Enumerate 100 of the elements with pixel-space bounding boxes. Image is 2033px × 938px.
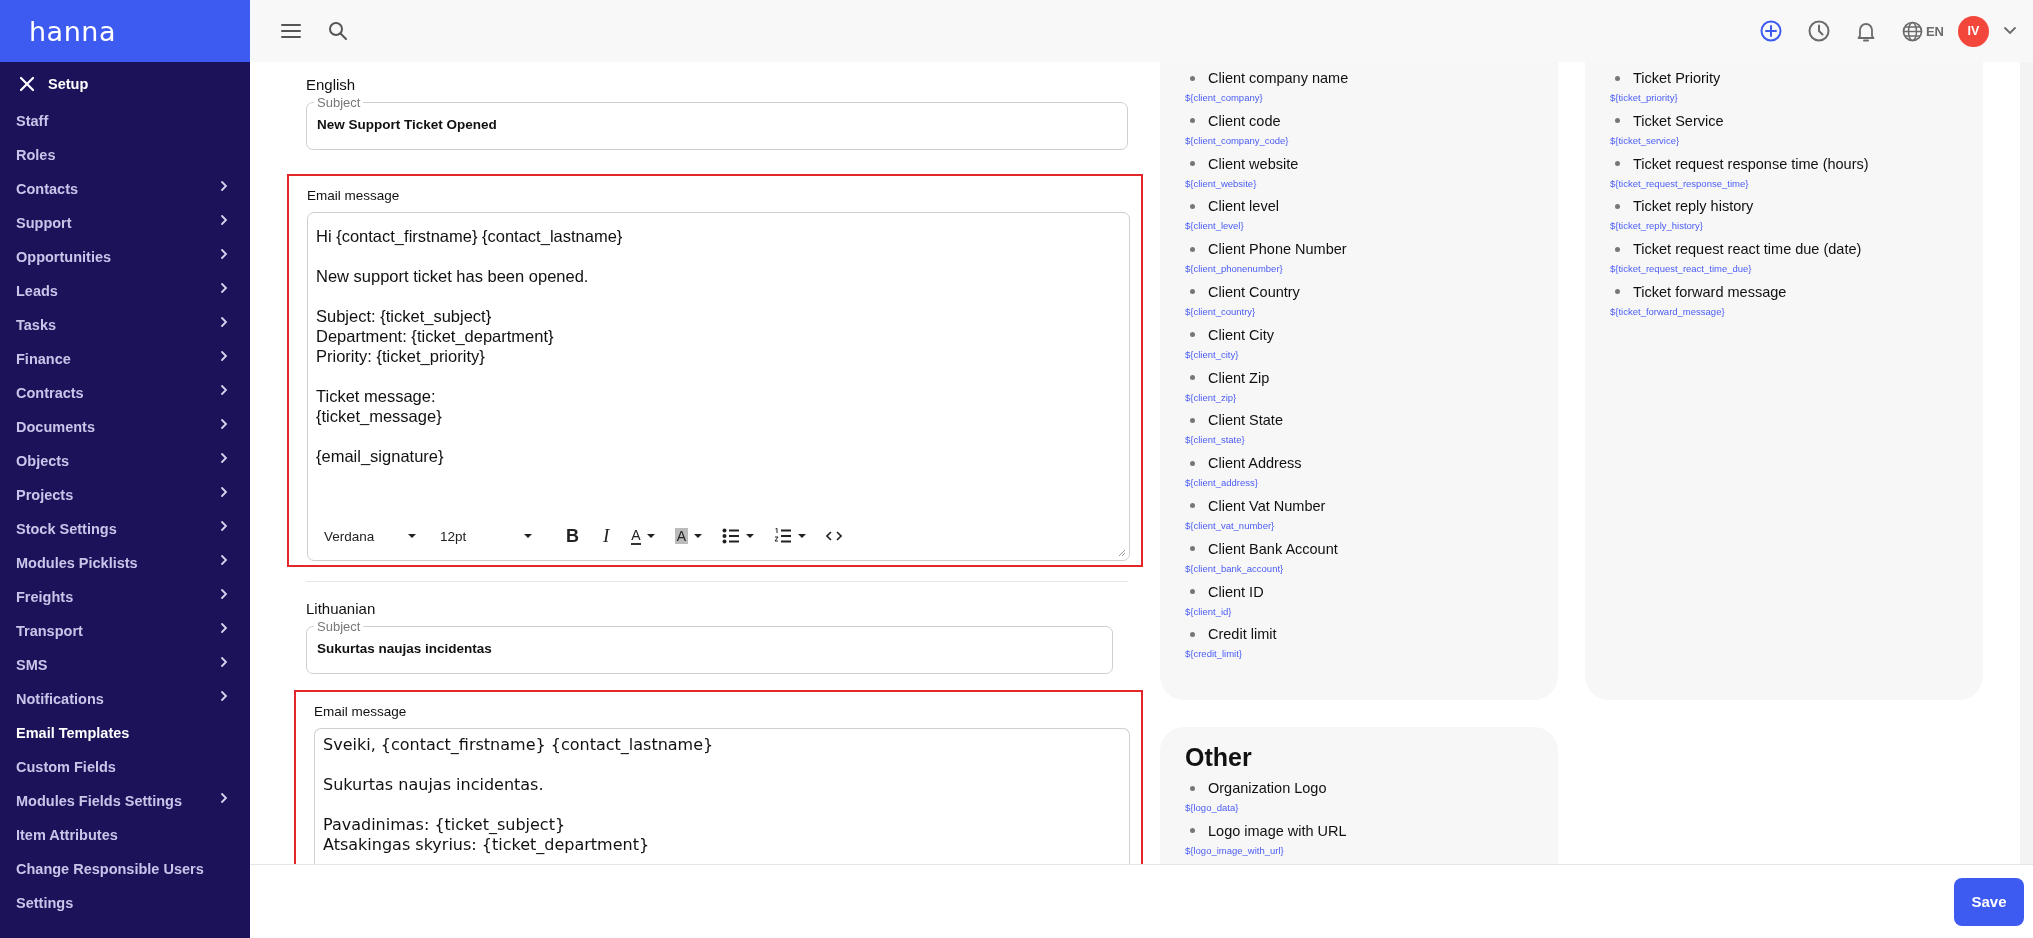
dropdown[interactable]: Verdana (320, 524, 420, 548)
field-label: Email message (314, 704, 408, 719)
placeholder-variable: ${ticket_request_response_time} (1610, 177, 1750, 189)
editor-text-line: Priority: {ticket_priority} (316, 346, 486, 366)
section-title: Setup (48, 76, 89, 92)
placeholder-variable: ${client_company_code} (1185, 134, 1290, 146)
placeholder-name: Client ID (1208, 583, 1264, 600)
editor-text-line: Atsakingas skyrius: {ticket_department} (323, 835, 651, 855)
sidebar-item[interactable]: SMS (0, 648, 250, 682)
bullet-icon (1190, 246, 1195, 252)
sidebar-item[interactable]: Custom Fields (0, 750, 250, 784)
placeholder-variable: ${client_company} (1185, 92, 1264, 103)
placeholder-name: Ticket request react time due (date) (1633, 241, 1862, 258)
subject-field[interactable]: Subject Sukurtas naujas incidentas (306, 619, 1113, 674)
placeholder-variable: ${client_address} (1185, 477, 1259, 489)
sidebar-item[interactable]: Notifications (0, 682, 250, 716)
placeholder-name: Ticket reply history (1633, 198, 1754, 215)
italic-button[interactable]: I (599, 524, 614, 548)
sidebar-item[interactable]: Objects (0, 444, 250, 478)
language-heading: English (306, 76, 357, 93)
placeholder-variable: ${client_vat_number} (1185, 519, 1276, 531)
clock-icon[interactable] (1807, 20, 1830, 42)
bullet-icon (1615, 118, 1620, 124)
dropdown[interactable]: 12pt (436, 524, 536, 548)
sidebar-item[interactable]: Modules Picklists (0, 546, 250, 580)
sidebar-item[interactable]: Finance (0, 342, 250, 376)
placeholder-name: Client code (1208, 112, 1281, 129)
sidebar-item[interactable]: Support (0, 206, 250, 240)
sidebar-item[interactable]: Contacts (0, 172, 250, 206)
sidebar-item[interactable]: Stock Settings (0, 512, 250, 546)
sidebar-item[interactable]: Change Responsible Users (0, 852, 250, 886)
editor-text-line: Hi {contact_firstname} {contact_lastname} (316, 226, 624, 246)
placeholder-name: Ticket forward message (1633, 284, 1787, 300)
sidebar-item[interactable]: Documents (0, 410, 250, 444)
bullet-icon (1190, 118, 1195, 124)
rich-text-editor[interactable]: Sveiki, {contact_firstname} {contact_lastname} Sukurtas naujas incidentas. Pavadinimas: {ticket_subject} Atsakingas skyrius: {ticket_department} (314, 728, 1130, 864)
sidebar-item[interactable]: Staff (0, 104, 250, 138)
placeholder-name: Client Zip (1208, 369, 1270, 386)
highlight-button[interactable]: A (670, 524, 706, 548)
save-button[interactable]: Save (1954, 877, 2024, 926)
search-icon[interactable] (328, 21, 348, 41)
editor-text-line: Sveiki, {contact_firstname} {contact_lastname} (323, 735, 715, 755)
placeholder-variable: ${ticket_forward_message} (1610, 306, 1726, 317)
field-label: Email message (307, 188, 401, 203)
menu-icon[interactable] (281, 23, 301, 39)
logo[interactable]: hanna (29, 15, 116, 47)
placeholder-variable: ${client_id} (1185, 605, 1233, 617)
placeholder-name: Ticket request response time (hours) (1633, 155, 1869, 172)
language-heading: Lithuanian (306, 600, 377, 617)
language-switcher[interactable]: EN (1901, 20, 1944, 42)
placeholder-name: Client Address (1208, 455, 1302, 472)
globe-icon (1901, 20, 1923, 42)
add-icon[interactable] (1759, 20, 1782, 42)
numbered-list-icon (774, 528, 792, 544)
bullet-icon (1190, 161, 1195, 167)
bell-icon[interactable] (1855, 20, 1876, 42)
bullet-icon (1615, 289, 1620, 295)
sidebar-item[interactable]: Roles (0, 138, 250, 172)
sidebar-item[interactable]: Contracts (0, 376, 250, 410)
bullet-icon (1190, 503, 1195, 509)
placeholder-name: Client level (1208, 198, 1279, 215)
editor-text-line: New support ticket has been opened. (316, 266, 590, 286)
placeholder-name: Client Phone Number (1208, 241, 1347, 258)
placeholder-variable: ${client_city} (1185, 348, 1240, 360)
bold-button[interactable]: B (562, 524, 583, 548)
user-avatar[interactable]: IV (1958, 15, 1989, 47)
placeholder-variable: ${client_country} (1185, 306, 1257, 317)
bullet-icon (1190, 631, 1195, 637)
placeholder-variable: ${ticket_priority} (1610, 92, 1679, 103)
close-icon[interactable] (19, 76, 35, 92)
placeholder-variable: ${credit_limit} (1185, 648, 1244, 660)
placeholder-name: Client State (1208, 412, 1283, 429)
sidebar-item[interactable]: Freights (0, 580, 250, 614)
sidebar-item[interactable]: Modules Fields Settings (0, 784, 250, 818)
sidebar-item[interactable]: Leads (0, 274, 250, 308)
bullet-icon (1190, 589, 1195, 595)
scrollbar[interactable] (2020, 62, 2033, 864)
editor-text-line: {email_signature} (316, 446, 445, 466)
placeholder-name: Logo image with URL (1208, 822, 1347, 839)
resize-handle-icon[interactable] (1118, 549, 1126, 557)
placeholder-variable: ${client_level} (1185, 220, 1245, 232)
bullet-list-icon (722, 528, 740, 544)
sidebar-item[interactable]: Email Templates (0, 716, 250, 750)
bullet-icon (1190, 417, 1195, 423)
placeholder-name: Ticket Priority (1633, 70, 1721, 86)
subject-field[interactable]: Subject New Support Ticket Opened (306, 95, 1128, 150)
sidebar-item[interactable]: Item Attributes (0, 818, 250, 852)
sidebar-item[interactable]: Settings (0, 886, 250, 920)
editor-text-line: Department: {ticket_department} (316, 326, 555, 346)
sidebar-item[interactable]: Tasks (0, 308, 250, 342)
text-color-button[interactable]: A (627, 524, 659, 548)
chevron-down-icon[interactable] (2003, 26, 2017, 36)
bullet-icon (1190, 785, 1195, 791)
editor-text-line: Sukurtas naujas incidentas. (323, 775, 545, 795)
placeholder-variable: ${client_bank_account} (1185, 562, 1285, 574)
sidebar-item[interactable]: Transport (0, 614, 250, 648)
sidebar-item[interactable]: Opportunities (0, 240, 250, 274)
placeholder-name: Client company name (1208, 70, 1349, 86)
placeholder-name: Client Bank Account (1208, 540, 1338, 557)
sidebar-item[interactable]: Projects (0, 478, 250, 512)
